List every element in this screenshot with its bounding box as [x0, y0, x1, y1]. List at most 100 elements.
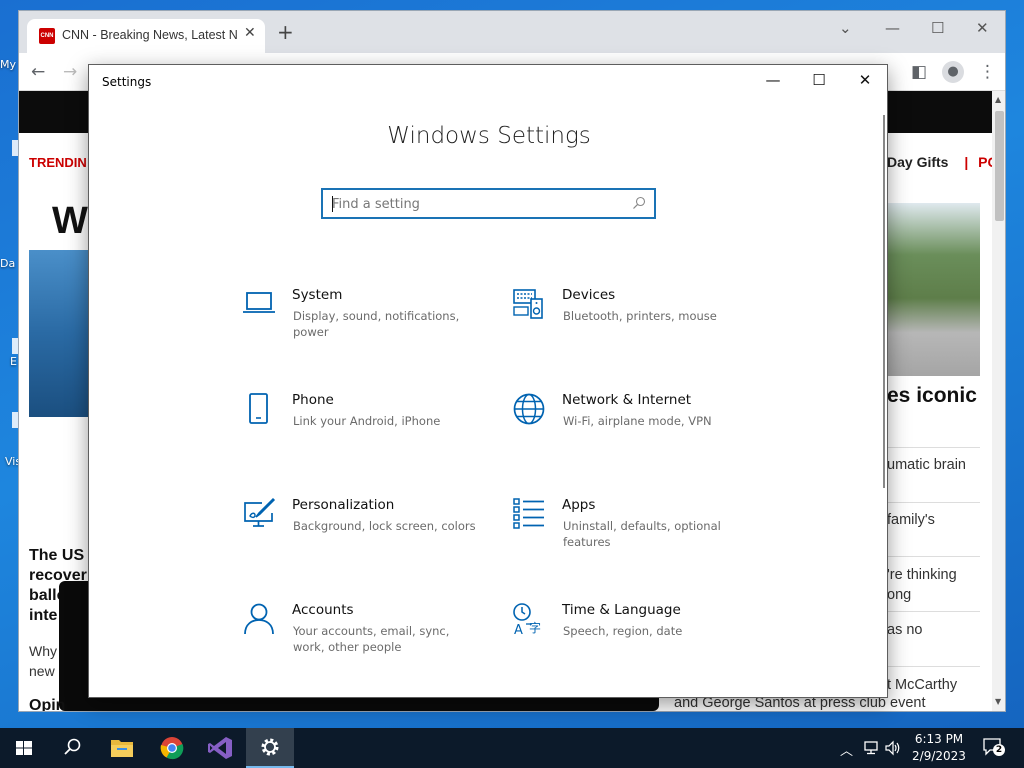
story-image[interactable]: [887, 203, 980, 376]
search-button[interactable]: [48, 728, 96, 768]
divider: [887, 502, 980, 503]
story-link[interactable]: as no: [887, 620, 987, 640]
forward-arrow-icon[interactable]: →: [63, 62, 77, 82]
cnn-favicon-icon: CNN: [39, 28, 55, 44]
tile-system[interactable]: System Display, sound, notifications, po…: [242, 287, 487, 357]
notification-count-badge: 2: [993, 744, 1005, 756]
time-language-icon: A 字: [513, 603, 541, 636]
tile-name: Time & Language: [562, 602, 681, 618]
back-arrow-icon[interactable]: ←: [31, 62, 45, 82]
settings-button[interactable]: [246, 728, 294, 768]
tile-description: Uninstall, defaults, optional features: [563, 519, 721, 549]
apps-list-icon: [513, 498, 544, 529]
desktop-icon-label[interactable]: My: [0, 58, 16, 71]
tile-description: Link your Android, iPhone: [293, 414, 441, 428]
tile-name: Accounts: [292, 602, 354, 618]
story-link[interactable]: Why: [29, 641, 89, 661]
tile-name: Devices: [562, 287, 616, 303]
tile-personalization[interactable]: Personalization Background, lock screen,…: [242, 497, 487, 567]
tab-title: CNN - Breaking News, Latest News: [62, 28, 238, 42]
story-link[interactable]: family's: [887, 510, 987, 530]
action-center-button[interactable]: 2: [983, 738, 1005, 756]
headline-fragment[interactable]: W: [52, 200, 88, 243]
scroll-down-icon[interactable]: ▼: [995, 697, 1001, 706]
story-image[interactable]: [29, 250, 89, 417]
file-explorer-button[interactable]: [98, 728, 146, 768]
tile-apps[interactable]: Apps Uninstall, defaults, optional featu…: [512, 497, 757, 567]
tile-name: Personalization: [292, 497, 395, 513]
clock-date: 2/9/2023: [912, 749, 966, 763]
close-button[interactable]: ✕: [976, 19, 989, 37]
page-title: Windows Settings: [387, 123, 591, 149]
menu-kebab-icon[interactable]: ⋮: [979, 62, 996, 82]
side-panel-icon[interactable]: ◧: [911, 62, 927, 82]
desktop-icon-label[interactable]: Da: [0, 257, 15, 270]
tile-description: Bluetooth, printers, mouse: [563, 309, 717, 323]
maximize-button[interactable]: ☐: [931, 19, 944, 37]
tile-description: Your accounts, email, sync, work, other …: [293, 624, 450, 654]
laptop-icon: [243, 292, 275, 313]
trending-link[interactable]: Day Gifts: [887, 154, 948, 170]
visual-studio-button[interactable]: [197, 728, 245, 768]
tile-phone[interactable]: Phone Link your Android, iPhone: [242, 392, 487, 462]
story-link[interactable]: 're thinking: [887, 565, 987, 585]
clock-time: 6:13 PM: [914, 732, 964, 746]
story-link[interactable]: umatic brain: [887, 455, 987, 475]
svg-text:A: A: [514, 623, 523, 636]
desktop-icon-label[interactable]: E: [10, 355, 17, 368]
search-box[interactable]: [321, 188, 656, 219]
network-icon[interactable]: [862, 740, 880, 756]
story-link[interactable]: t McCarthy: [887, 675, 987, 695]
tile-time-language[interactable]: A 字 Time & Language Speech, region, date: [512, 602, 757, 672]
browser-tab[interactable]: CNN CNN - Breaking News, Latest News ✕: [27, 19, 265, 53]
folder-icon: [111, 740, 133, 757]
visual-studio-icon: [208, 737, 232, 759]
taskbar: ︿ 6:13 PM 2/9/2023 2: [0, 728, 1024, 768]
scroll-thumb[interactable]: [995, 111, 1004, 221]
tile-network-internet[interactable]: Network & Internet Wi-Fi, airplane mode,…: [512, 392, 757, 462]
close-button[interactable]: ✕: [855, 71, 875, 89]
trending-separator: |: [964, 154, 969, 170]
clock[interactable]: 6:13 PM 2/9/2023: [909, 731, 969, 765]
tab-strip: CNN CNN - Breaking News, Latest News ✕ +…: [19, 11, 1005, 53]
maximize-button[interactable]: ☐: [809, 71, 829, 89]
minimize-button[interactable]: —: [763, 71, 783, 89]
globe-icon: [513, 393, 545, 425]
tile-accounts[interactable]: Accounts Your accounts, email, sync, wor…: [242, 602, 487, 672]
start-button[interactable]: [0, 728, 48, 768]
story-headline[interactable]: es iconic: [887, 384, 977, 408]
scroll-up-icon[interactable]: ▲: [995, 95, 1001, 104]
tile-description: Background, lock screen, colors: [293, 519, 476, 533]
story-link[interactable]: new: [29, 661, 89, 681]
profile-avatar-icon[interactable]: ●: [942, 61, 964, 83]
tile-name: Phone: [292, 392, 334, 408]
phone-icon: [249, 393, 268, 424]
divider: [887, 666, 980, 667]
minimize-button[interactable]: —: [885, 19, 900, 37]
divider: [887, 447, 980, 448]
search-icon: [633, 196, 646, 209]
search-icon: [64, 738, 81, 755]
tile-devices[interactable]: Devices Bluetooth, printers, mouse: [512, 287, 757, 357]
settings-scrollbar[interactable]: [883, 115, 885, 488]
story-headline[interactable]: The US: [29, 546, 89, 566]
tray-overflow-chevron-icon[interactable]: ︿: [840, 740, 853, 759]
trending-label: TRENDIN: [29, 155, 87, 170]
tab-search-icon[interactable]: ⌄: [839, 19, 852, 37]
chrome-button[interactable]: [148, 728, 196, 768]
tile-description: Display, sound, notifications, power: [293, 309, 460, 339]
svg-text:字: 字: [529, 620, 541, 635]
page-scrollbar[interactable]: ▲ ▼: [992, 91, 1005, 711]
story-headline[interactable]: Opin: [29, 696, 89, 711]
divider: [887, 556, 980, 557]
search-input[interactable]: [332, 194, 622, 214]
gear-icon: [261, 738, 279, 756]
tile-name: Apps: [562, 497, 596, 513]
tab-close-icon[interactable]: ✕: [244, 25, 256, 41]
tile-name: Network & Internet: [562, 392, 692, 408]
keyboard-speaker-icon: [513, 289, 543, 319]
volume-icon[interactable]: [884, 740, 902, 756]
story-link[interactable]: ong: [887, 585, 987, 605]
new-tab-button[interactable]: +: [277, 22, 294, 42]
chrome-icon: [160, 737, 184, 760]
